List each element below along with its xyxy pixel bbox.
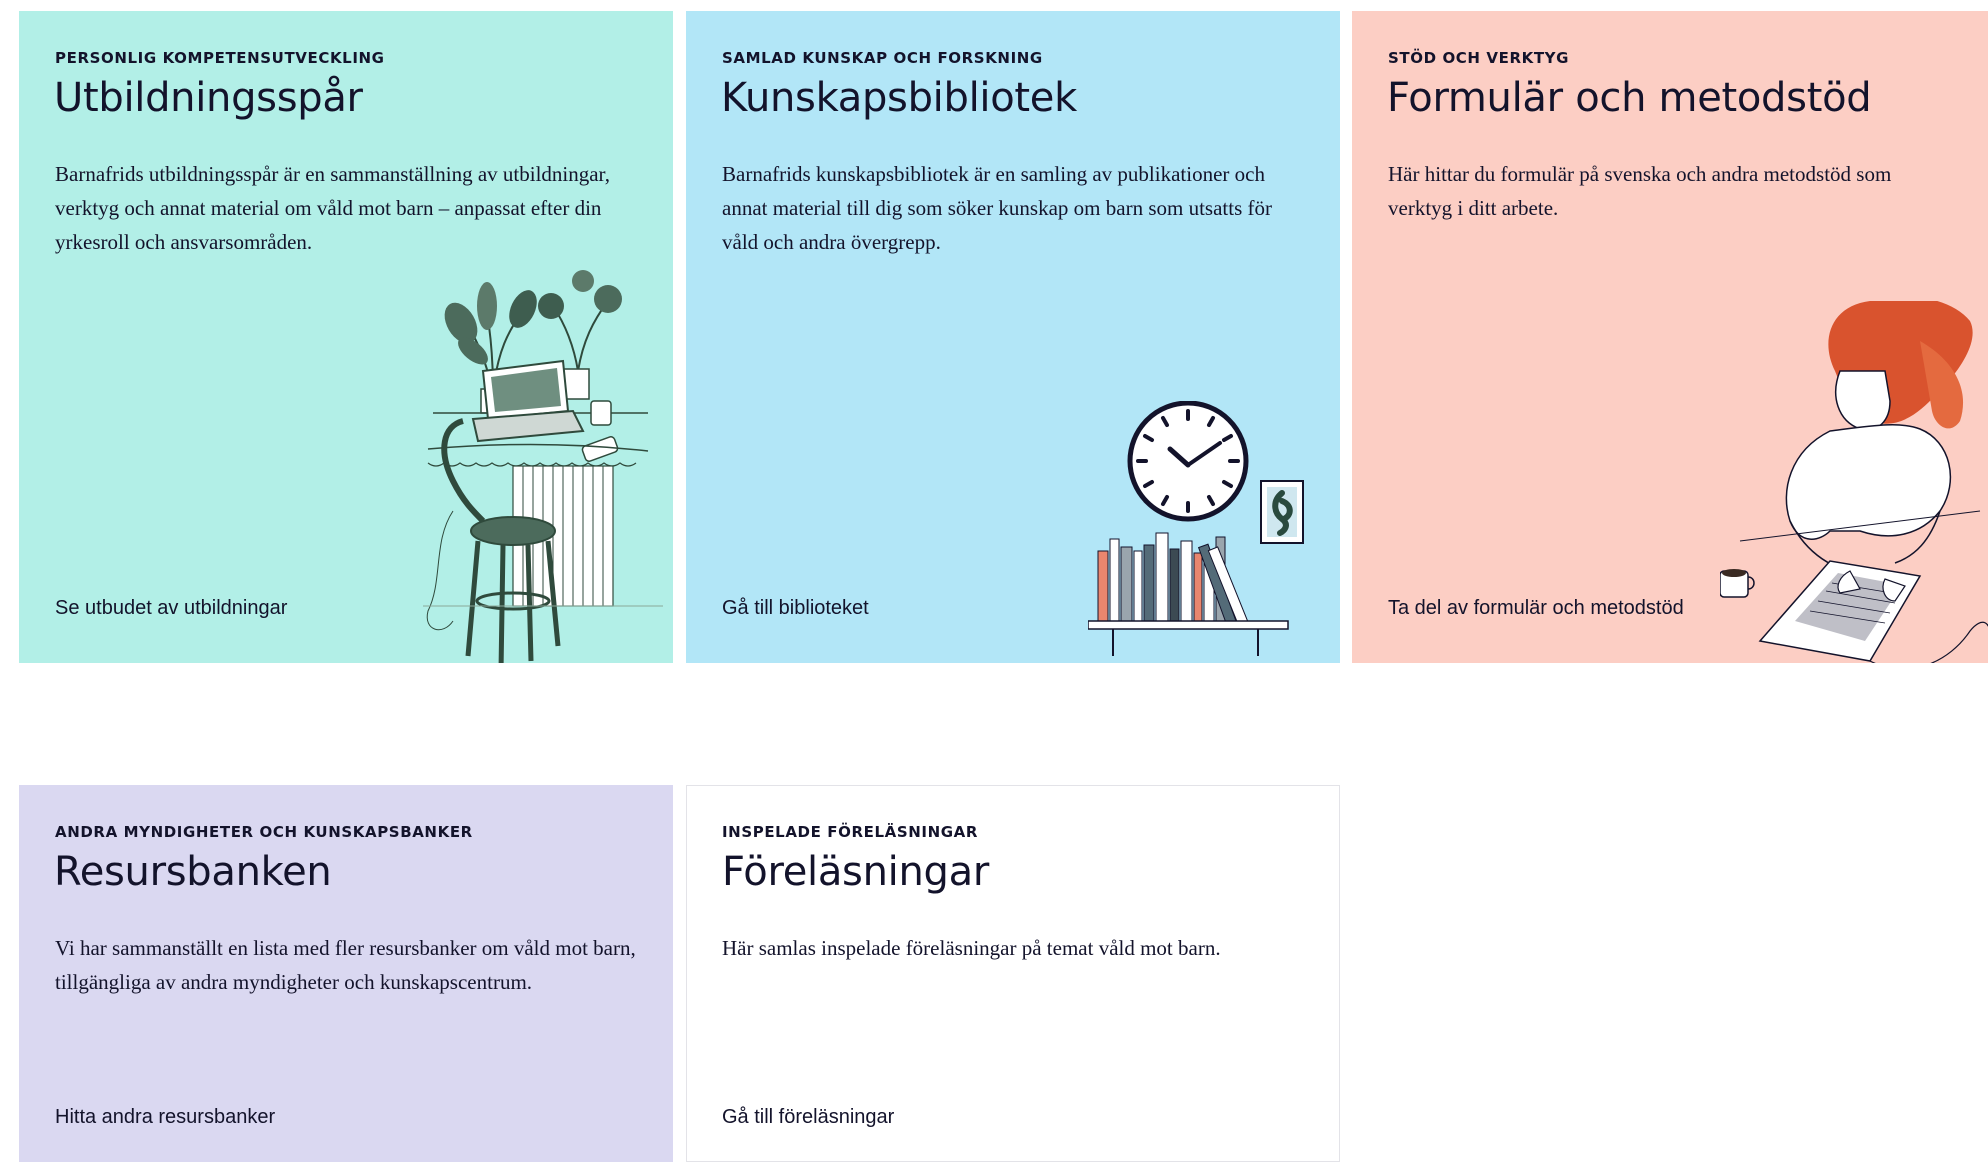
card-title: Utbildningsspår	[54, 75, 363, 121]
card-description: Barnafrids kunskapsbibliotek är en samli…	[722, 162, 1272, 254]
clock-bookshelf-illustration	[1088, 401, 1304, 656]
card-formular-och-metodstod[interactable]: STÖD OCH VERKTYG Formulär och metodstöd …	[1352, 11, 1988, 663]
card-title: Formulär och metodstöd	[1387, 75, 1872, 121]
card-description: Här hittar du formulär på svenska och an…	[1388, 162, 1892, 220]
card-description: Vi har sammanställt en lista med fler re…	[55, 936, 636, 994]
card-forelasningar[interactable]: INSPELADE FÖRELÄSNINGAR Föreläsningar Hä…	[686, 785, 1340, 1162]
link-ga-till-forelasningar[interactable]: Gå till föreläsningar	[722, 1106, 894, 1129]
card-kicker: STÖD OCH VERKTYG	[1388, 49, 1570, 67]
link-ga-till-biblioteket[interactable]: Gå till biblioteket	[722, 597, 869, 620]
card-kicker: SAMLAD KUNSKAP OCH FORSKNING	[722, 49, 1043, 67]
card-title: Resursbanken	[54, 849, 332, 895]
link-se-utbudet[interactable]: Se utbudet av utbildningar	[55, 597, 287, 620]
card-title: Föreläsningar	[722, 849, 989, 895]
link-hitta-andra-resursbanker[interactable]: Hitta andra resursbanker	[55, 1106, 275, 1129]
link-ta-del-av-formular[interactable]: Ta del av formulär och metodstöd	[1388, 597, 1684, 620]
card-kicker: PERSONLIG KOMPETENSUTVECKLING	[55, 49, 385, 67]
card-resursbanken[interactable]: ANDRA MYNDIGHETER OCH KUNSKAPSBANKER Res…	[19, 785, 673, 1162]
desk-laptop-chair-illustration	[423, 270, 663, 663]
card-description: Här samlas inspelade föreläsningar på te…	[722, 936, 1221, 960]
card-description: Barnafrids utbildningsspår är en sammans…	[55, 162, 610, 254]
card-kicker: INSPELADE FÖRELÄSNINGAR	[722, 823, 978, 841]
card-kicker: ANDRA MYNDIGHETER OCH KUNSKAPSBANKER	[55, 823, 473, 841]
card-utbildningsspar[interactable]: PERSONLIG KOMPETENSUTVECKLING Utbildning…	[19, 11, 673, 663]
card-kunskapsbibliotek[interactable]: SAMLAD KUNSKAP OCH FORSKNING Kunskapsbib…	[686, 11, 1340, 663]
woman-laptop-illustration	[1720, 301, 1988, 663]
card-title: Kunskapsbibliotek	[721, 75, 1077, 121]
